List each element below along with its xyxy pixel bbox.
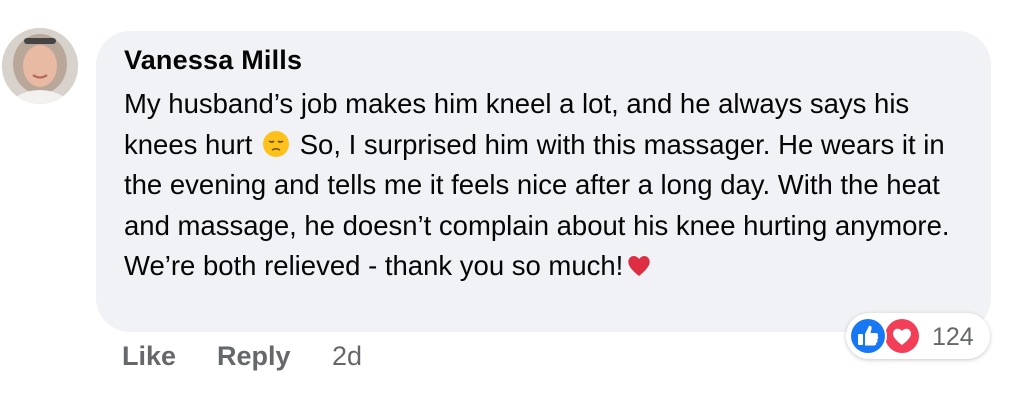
avatar[interactable] [2,28,78,104]
comment-timestamp[interactable]: 2d [332,341,362,372]
red-heart-icon [628,256,651,276]
reply-button[interactable]: Reply [217,341,291,372]
comment-bubble: Vanessa Mills My husband’s job makes him… [96,31,991,332]
comment: Vanessa Mills My husband’s job makes him… [0,0,1024,420]
like-reaction-icon [849,317,887,355]
reactions-summary[interactable]: 124 [846,313,990,359]
comment-author[interactable]: Vanessa Mills [124,45,302,76]
reaction-count: 124 [932,323,974,351]
pensive-face-icon [263,130,290,157]
avatar-image [2,28,78,104]
like-button[interactable]: Like [122,341,176,372]
comment-text: My husband’s job makes him kneel a lot, … [124,84,984,287]
love-reaction-icon [883,317,921,355]
